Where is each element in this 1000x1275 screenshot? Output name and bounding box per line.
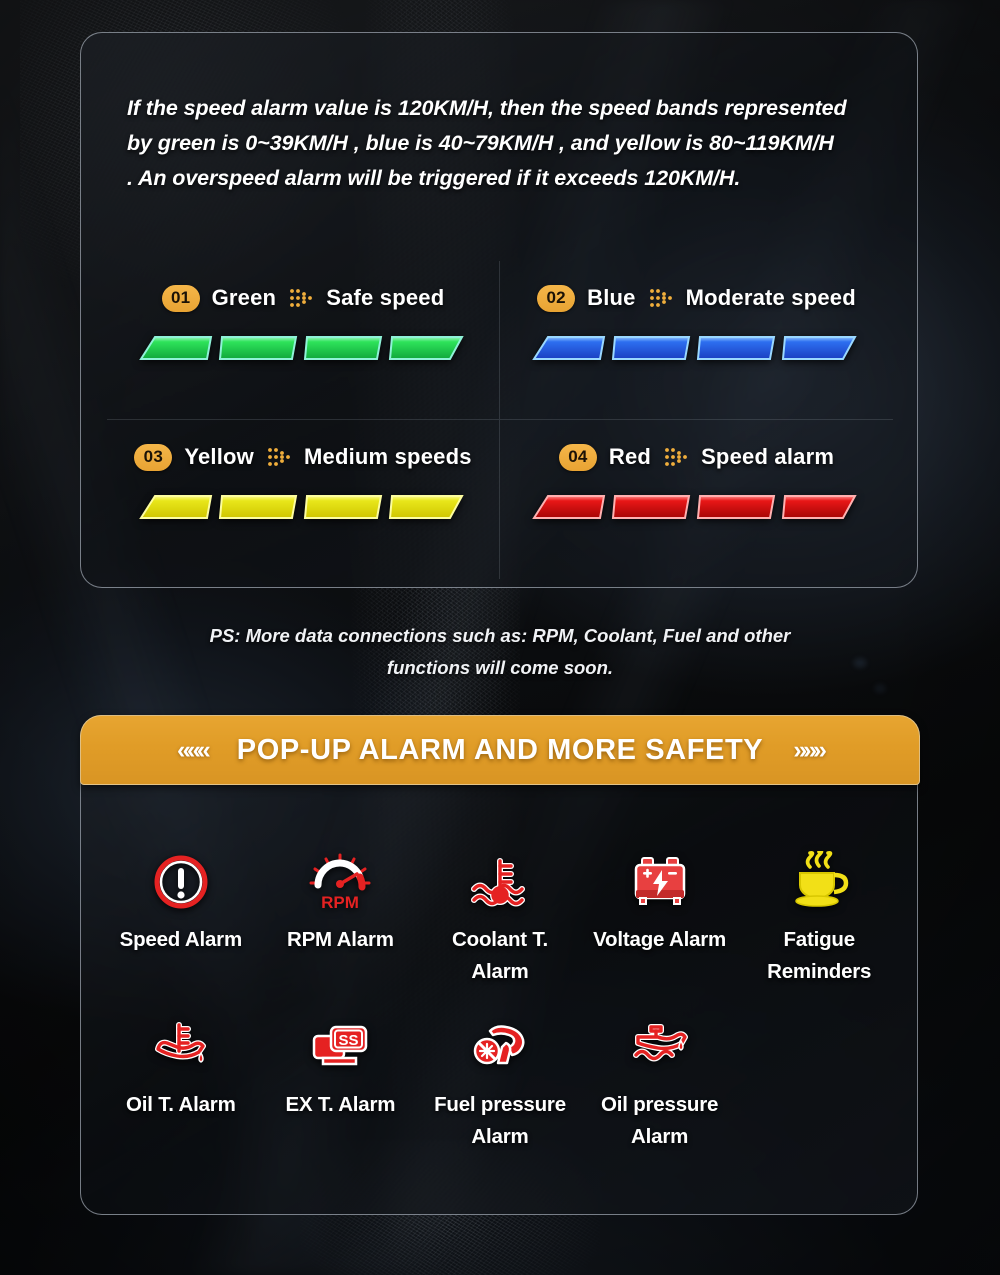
ps-note-line-1: PS: More data connections such as: RPM, … — [209, 625, 791, 646]
speed-bar-segment — [781, 494, 861, 520]
chevron-left-icon: ««« — [177, 735, 211, 764]
battery-icon — [631, 846, 689, 918]
legend-header-yellow: 03 Yellow Medium speeds — [134, 442, 471, 472]
intro-line-3: . An overspeed alarm will be triggered i… — [127, 166, 741, 191]
legend-badge-02: 02 — [537, 284, 576, 312]
alarm-item-ex-temp[interactable]: SS EX T. Alarm — [261, 1011, 421, 1153]
alarm-item-speed[interactable]: Speed Alarm — [101, 846, 261, 988]
alarm-label: Oil T. Alarm — [125, 1093, 236, 1116]
popup-alarm-banner: ««« POP-UP ALARM AND MORE SAFETY »»» — [80, 715, 920, 785]
coffee-cup-icon — [786, 846, 852, 918]
legend-description-yellow: Medium speeds — [304, 444, 472, 469]
alarm-label: Speed Alarm — [119, 928, 243, 951]
intro-line-2: by green is 0~39KM/H , blue is 40~79KM/H… — [127, 131, 834, 156]
legend-badge-04: 04 — [558, 443, 597, 471]
alarm-label: EX T. Alarm — [285, 1093, 396, 1116]
legend-item-red: 04 Red Speed alarm — [500, 420, 893, 579]
alarm-label: Fatigue Reminders — [767, 928, 872, 983]
speed-bar-segment — [532, 335, 606, 361]
speed-bar-segment — [218, 494, 298, 520]
speed-band-legend-grid: 01 Green Safe speed 02 Blue Moderate spe… — [107, 261, 893, 579]
alarm-icon-row-2: Oil T. Alarm SS EX T. Alarm Fuel pressur… — [101, 1011, 899, 1153]
speed-bar-group-blue — [532, 335, 861, 361]
dotted-arrow-icon — [288, 285, 314, 311]
speed-bar-segment — [611, 494, 691, 520]
rpm-gauge-icon: RPM — [307, 846, 373, 918]
chevron-right-icon: »»» — [793, 735, 827, 764]
speed-bar-segment — [781, 335, 861, 361]
ps-note-line-2: functions will come soon. — [386, 656, 614, 678]
speed-bar-segment — [303, 335, 383, 361]
speed-bar-segment — [532, 494, 606, 520]
coolant-temp-icon — [468, 846, 532, 918]
alarm-item-fuel-pressure[interactable]: Fuel pressure Alarm — [420, 1011, 580, 1153]
legend-header-blue: 02 Blue Moderate speed — [537, 283, 856, 313]
alarm-label: Oil pressure Alarm — [600, 1093, 719, 1148]
legend-color-name-red: Red — [608, 444, 652, 469]
legend-badge-03: 03 — [134, 443, 173, 471]
legend-color-name-yellow: Yellow — [184, 444, 254, 469]
ps-note: PS: More data connections such as: RPM, … — [0, 620, 1000, 684]
speed-bar-segment — [138, 494, 213, 520]
svg-text:SS: SS — [339, 1032, 359, 1049]
fuel-pressure-icon — [470, 1011, 530, 1083]
alarm-item-coolant-temp[interactable]: Coolant T. Alarm — [420, 846, 580, 988]
speed-bar-segment — [611, 335, 691, 361]
oil-pressure-icon — [628, 1011, 692, 1083]
alarm-item-empty — [739, 1011, 899, 1153]
speed-bar-group-green — [138, 335, 468, 361]
legend-item-yellow: 03 Yellow Medium speeds — [107, 420, 500, 579]
speed-bar-group-red — [532, 494, 861, 520]
exclamation-circle-icon — [152, 846, 210, 918]
alarm-label: Coolant T. Alarm — [452, 928, 548, 983]
speed-bar-segment — [138, 335, 213, 361]
alarm-item-voltage[interactable]: Voltage Alarm — [580, 846, 740, 988]
speed-bar-segment — [696, 335, 776, 361]
legend-description-red: Speed alarm — [701, 444, 835, 469]
legend-item-blue: 02 Blue Moderate speed — [500, 261, 893, 420]
alarm-label: Voltage Alarm — [593, 928, 727, 951]
alarm-icon-row-1: Speed Alarm RPM RPM Alarm Coolant T. Ala… — [101, 846, 899, 988]
oil-temp-icon — [150, 1011, 212, 1083]
speed-bar-segment — [388, 335, 468, 361]
legend-item-green: 01 Green Safe speed — [107, 261, 500, 420]
legend-description-green: Safe speed — [326, 285, 445, 310]
speed-bar-segment — [303, 494, 383, 520]
alarm-label: Fuel pressure Alarm — [434, 1093, 566, 1148]
alarm-item-oil-temp[interactable]: Oil T. Alarm — [101, 1011, 261, 1153]
dotted-arrow-icon — [648, 285, 674, 311]
legend-color-name-blue: Blue — [587, 285, 636, 310]
legend-header-red: 04 Red Speed alarm — [558, 442, 835, 472]
speed-bar-segment — [696, 494, 776, 520]
banner-title: POP-UP ALARM AND MORE SAFETY — [236, 733, 764, 766]
alarm-item-rpm[interactable]: RPM RPM Alarm — [261, 846, 421, 988]
alarm-item-fatigue[interactable]: Fatigue Reminders — [739, 846, 899, 988]
svg-text:RPM: RPM — [322, 893, 360, 912]
popup-alarm-panel: ««« POP-UP ALARM AND MORE SAFETY »»» Spe… — [80, 715, 920, 1215]
speed-bar-group-yellow — [138, 494, 468, 520]
speed-bar-segment — [218, 335, 298, 361]
alarm-label: RPM Alarm — [286, 928, 394, 951]
intro-line-1: If the speed alarm value is 120KM/H, the… — [127, 96, 847, 120]
ss-card-icon: SS — [309, 1011, 371, 1083]
speed-bar-segment — [388, 494, 468, 520]
legend-color-name-green: Green — [211, 285, 277, 310]
intro-paragraph: If the speed alarm value is 120KM/H, the… — [81, 33, 917, 196]
alarm-item-oil-pressure[interactable]: Oil pressure Alarm — [580, 1011, 740, 1153]
legend-badge-01: 01 — [161, 284, 200, 312]
dotted-arrow-icon — [266, 444, 292, 470]
dotted-arrow-icon — [663, 444, 689, 470]
legend-description-blue: Moderate speed — [685, 285, 856, 310]
speed-band-panel: If the speed alarm value is 120KM/H, the… — [80, 32, 918, 588]
legend-header-green: 01 Green Safe speed — [161, 283, 445, 313]
